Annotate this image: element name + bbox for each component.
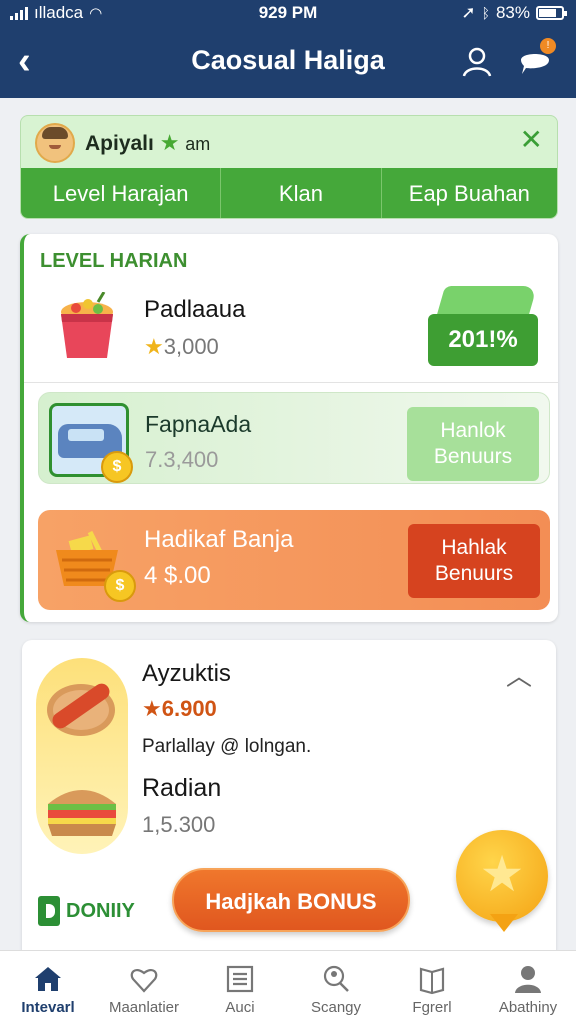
item-description: Parlallay @ lolngan. <box>142 736 312 757</box>
tab-buahan[interactable]: Eap Buahan <box>382 168 557 218</box>
tab-klan[interactable]: Klan <box>221 168 382 218</box>
notice-suffix: am <box>185 134 211 154</box>
item-value: 1,5.300 <box>142 812 216 837</box>
coin-icon: $ <box>101 451 133 483</box>
avatar <box>35 123 75 163</box>
home-icon <box>35 967 61 991</box>
hotdog-icon <box>47 683 115 736</box>
notification-card: Apiyalı ★ am ✕ Level Harajan Klan Eap Bu… <box>20 115 558 219</box>
bottom-nav: Intevarl Maanlatier Auci Scangy Fgrerl A… <box>0 950 576 1024</box>
item-price-text: 6.900 <box>161 696 217 721</box>
user-icon[interactable] <box>460 44 494 78</box>
sandwich-icon <box>48 790 116 836</box>
button-line-2: Benuurs <box>433 445 513 468</box>
item-name: Ayzuktis <box>142 660 231 687</box>
nav-item-favorites[interactable]: Maanlatier <box>96 951 192 1024</box>
item-name: Padlaaua <box>144 296 246 323</box>
item-price: ★6.900 <box>142 696 217 722</box>
unlock-bonus-button[interactable]: Hanlok Benuurs <box>407 407 539 481</box>
unlock-bonus-button[interactable]: Hahlak Benuurs <box>408 524 540 598</box>
nav-label: Fgrerl <box>412 999 452 1016</box>
list-icon <box>226 965 254 993</box>
item-name: Radian <box>142 774 222 802</box>
search-person-icon <box>323 965 349 992</box>
brand-label: DONIIY <box>66 899 135 922</box>
close-icon[interactable]: ✕ <box>520 126 543 154</box>
star-icon: ★ <box>159 130 180 155</box>
bonus-button[interactable]: Hadjkah BONUS <box>172 868 410 932</box>
tab-bar: Level Harajan Klan Eap Buahan <box>21 168 557 218</box>
star-icon: ★ <box>142 696 162 721</box>
divider <box>24 382 558 383</box>
nav-item-list[interactable]: Auci <box>192 951 288 1024</box>
nav-label: Abathiny <box>498 999 558 1016</box>
nav-label: Maanlatier <box>108 999 180 1016</box>
item-name: FapnaAda <box>145 411 252 437</box>
nav-item-home[interactable]: Intevarl <box>0 951 96 1024</box>
star-icon: ★ <box>144 334 164 359</box>
button-line-1: Hahlak <box>441 536 507 559</box>
star-reward-button[interactable]: ★ <box>456 830 548 932</box>
tab-level[interactable]: Level Harajan <box>21 168 222 218</box>
brand-logo: DONIIY <box>38 896 135 926</box>
star-icon: ★ <box>479 846 525 902</box>
chat-button[interactable]: ! <box>518 38 556 78</box>
list-item[interactable]: $ Hadikaf Banja 4 $.00 Hahlak Benuurs <box>38 510 550 610</box>
book-icon <box>419 967 445 995</box>
level-card: LEVEL HARIAN Padlaaua ★3,000 201!% $ Fap… <box>20 234 558 622</box>
percent-badge[interactable]: 201!% <box>428 286 538 366</box>
status-bar: ılladca ◠ 929 PM ➚ ᛒ 83% <box>0 0 576 26</box>
item-value: 4 $.00 <box>144 562 211 589</box>
button-line-1: Hanlok <box>440 419 506 442</box>
percent-label: 201!% <box>428 314 538 366</box>
nav-label: Scangy <box>310 999 362 1016</box>
coin-icon: $ <box>104 570 136 602</box>
bubble-tail <box>490 914 518 932</box>
chevron-up-icon[interactable]: ︿ <box>506 656 532 693</box>
battery-icon <box>536 6 567 20</box>
nav-item-profile[interactable]: Abathiny <box>480 951 576 1024</box>
notice-name: Apiyalı <box>85 132 154 155</box>
person-icon <box>515 966 541 993</box>
heart-icon <box>130 969 158 993</box>
nav-item-book[interactable]: Fgrerl <box>384 951 480 1024</box>
notice-title: Apiyalı ★ am <box>85 130 210 156</box>
list-item[interactable]: $ FapnaAda 7.3,400 Hanlok Benuurs <box>38 392 550 484</box>
top-bar: ılladca ◠ 929 PM ➚ ᛒ 83% ‹ Caosual Halig… <box>0 0 576 98</box>
notification-badge: ! <box>540 38 556 54</box>
fruit-bucket-icon <box>61 292 113 358</box>
button-line-2: Benuurs <box>434 562 514 585</box>
item-value: 7.3,400 <box>145 447 219 472</box>
nav-label: Auci <box>225 999 255 1016</box>
section-header: LEVEL HARIAN <box>40 250 188 272</box>
item-value: ★3,000 <box>144 334 219 360</box>
item-name: Hadikaf Banja <box>144 526 294 553</box>
brand-icon <box>38 896 60 926</box>
battery-percent: 83% <box>495 3 530 22</box>
item-value-text: 3,000 <box>163 334 219 359</box>
nav-item-search[interactable]: Scangy <box>288 951 384 1024</box>
nav-label: Intevarl <box>21 999 75 1016</box>
location-icon: ➚ <box>461 3 476 22</box>
food-images <box>36 658 128 854</box>
bluetooth-icon: ᛒ <box>481 5 490 21</box>
